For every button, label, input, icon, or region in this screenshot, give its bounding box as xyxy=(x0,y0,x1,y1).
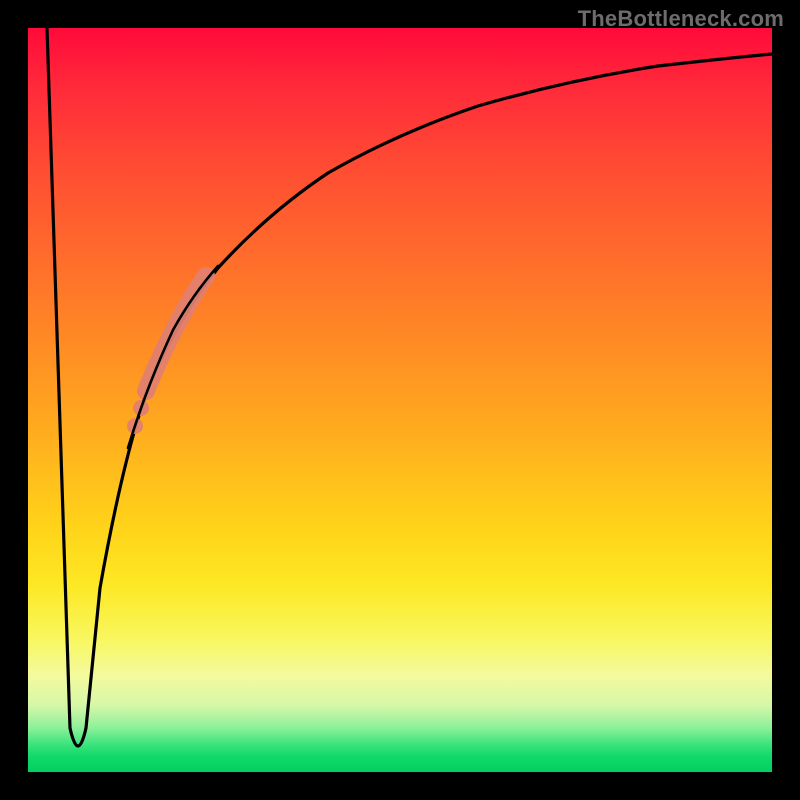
curve-layer xyxy=(28,28,772,772)
watermark-text: TheBottleneck.com xyxy=(578,6,784,32)
chart-frame: TheBottleneck.com xyxy=(0,0,800,800)
bottleneck-curve xyxy=(47,28,772,746)
plot-area xyxy=(28,28,772,772)
highlight-dot-2 xyxy=(127,418,143,434)
highlight-segment xyxy=(146,276,206,391)
bottleneck-curve-top xyxy=(128,266,218,448)
highlight-dot-1 xyxy=(133,400,149,416)
